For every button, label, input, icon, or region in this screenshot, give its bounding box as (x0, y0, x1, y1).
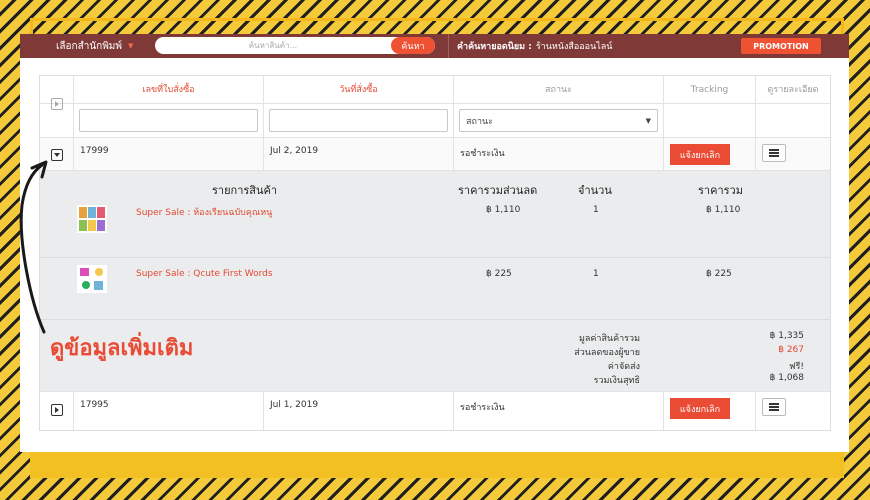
order-tracking-cell: แจ้งยกเลิก (664, 392, 756, 430)
table-header-row: เลขที่ใบสั่งซื้อ วันที่สั่งซื้อ สถานะ Tr… (40, 76, 830, 104)
filter-toggle-cell (40, 104, 74, 137)
order-no-filter-input[interactable] (79, 109, 258, 132)
annotation-text: ดูข้อมูลเพิ่มเติม (50, 336, 194, 361)
cancel-request-button[interactable]: แจ้งยกเลิก (670, 144, 730, 165)
discount-label: ส่วนลดของผู้ขาย (574, 348, 640, 358)
yellow-bottom-bar (30, 452, 844, 478)
item-total: ฿ 225 (706, 269, 732, 279)
filter-status-cell: สถานะ ▼ (454, 104, 664, 137)
item-price: ฿ 1,110 (486, 205, 521, 215)
subtotal-label: มูลค่าสินค้ารวม (578, 334, 640, 344)
filter-order-no-cell (74, 104, 264, 137)
table-row: 17995 Jul 1, 2019 รอชำระเงิน แจ้งยกเลิก (40, 392, 830, 430)
order-history-card: เลือกสำนักพิมพ์ ▼ ค้นหา คำค้นหายอดนิยม :… (20, 34, 849, 452)
item-name-link[interactable]: Super Sale : Qcute First Words (136, 269, 273, 279)
play-icon (55, 407, 59, 413)
item-qty: 1 (593, 205, 599, 215)
select-arrow-icon: ▼ (645, 116, 651, 125)
item-qty: 1 (593, 269, 599, 279)
caret-down-icon (54, 153, 60, 157)
list-item: Super Sale : ห้องเรียนฉบับคุณหนู ฿ 1,110… (40, 201, 830, 265)
subtotal-value: ฿ 1,335 (769, 331, 804, 341)
orders-table: เลขที่ใบสั่งซื้อ วันที่สั่งซื้อ สถานะ Tr… (39, 75, 831, 431)
header-status: สถานะ (454, 76, 664, 103)
cancel-request-button[interactable]: แจ้งยกเลิก (670, 398, 730, 419)
detail-header-discounted-price: ราคารวมส่วนลด (458, 184, 538, 197)
shipping-value: ฟรี! (789, 362, 804, 372)
search-input[interactable] (155, 37, 391, 54)
promotion-button[interactable]: PROMOTION (741, 38, 821, 54)
filter-tracking-cell (664, 104, 756, 137)
item-name-link[interactable]: Super Sale : ห้องเรียนฉบับคุณหนู (136, 205, 272, 219)
publisher-label: เลือกสำนักพิมพ์ (56, 40, 122, 52)
view-details-button[interactable] (762, 144, 786, 162)
net-total-label: รวมเงินสุทธิ (593, 376, 640, 386)
book-thumbnail (77, 265, 107, 293)
detail-header-product: รายการสินค้า (212, 184, 278, 197)
row-toggle-cell (40, 392, 74, 430)
status-filter-select[interactable]: สถานะ ▼ (459, 109, 658, 132)
book-set-thumbnail (77, 205, 107, 233)
order-status-cell: รอชำระเงิน (454, 138, 664, 170)
item-divider (40, 257, 830, 258)
chevron-down-icon: ▼ (128, 42, 134, 50)
list-icon (769, 403, 779, 411)
detail-header-quantity: จำนวน (578, 184, 612, 197)
publisher-dropdown[interactable]: เลือกสำนักพิมพ์ ▼ (20, 34, 154, 58)
header-order-no[interactable]: เลขที่ใบสั่งซื้อ (74, 76, 264, 103)
order-details-cell (756, 392, 830, 430)
row-expand-toggle[interactable] (51, 404, 63, 416)
order-no-cell: 17999 (74, 138, 264, 170)
popular-searches: คำค้นหายอดนิยม : ร้านหนังสือออนไลน์ (448, 34, 612, 58)
top-bar: เลือกสำนักพิมพ์ ▼ ค้นหา คำค้นหายอดนิยม :… (20, 34, 849, 58)
shipping-label: ค่าจัดส่ง (607, 362, 640, 372)
search-button[interactable]: ค้นหา (391, 37, 435, 54)
order-date-cell: Jul 1, 2019 (264, 392, 454, 430)
order-tracking-cell: แจ้งยกเลิก (664, 138, 756, 170)
filter-date-cell (264, 104, 454, 137)
table-filter-row: สถานะ ▼ (40, 98, 830, 138)
list-icon (769, 149, 779, 157)
item-price: ฿ 225 (486, 269, 512, 279)
header-details: ดูรายละเอียด (767, 85, 819, 95)
order-date-filter-input[interactable] (269, 109, 448, 132)
header-tracking: Tracking (664, 76, 756, 103)
popular-label: คำค้นหายอดนิยม : (457, 42, 532, 52)
order-status-cell: รอชำระเงิน (454, 392, 664, 430)
item-total: ฿ 1,110 (706, 205, 741, 215)
order-no-cell: 17995 (74, 392, 264, 430)
order-details-cell (756, 138, 830, 170)
row-toggle-cell (40, 138, 74, 170)
filter-details-cell (756, 104, 830, 137)
detail-header-total: ราคารวม (698, 184, 743, 197)
order-date-cell: Jul 2, 2019 (264, 138, 454, 170)
popular-link[interactable]: ร้านหนังสือออนไลน์ (536, 39, 613, 53)
discount-value: ฿ 267 (778, 345, 804, 355)
header-order-date[interactable]: วันที่สั่งซื้อ (264, 76, 454, 103)
view-details-button[interactable] (762, 398, 786, 416)
table-row: 17999 Jul 2, 2019 รอชำระเงิน แจ้งยกเลิก (40, 138, 830, 171)
search-box: ค้นหา (155, 37, 435, 54)
net-total-value: ฿ 1,068 (769, 373, 804, 383)
row-collapse-toggle[interactable] (51, 149, 63, 161)
item-divider (40, 319, 830, 320)
